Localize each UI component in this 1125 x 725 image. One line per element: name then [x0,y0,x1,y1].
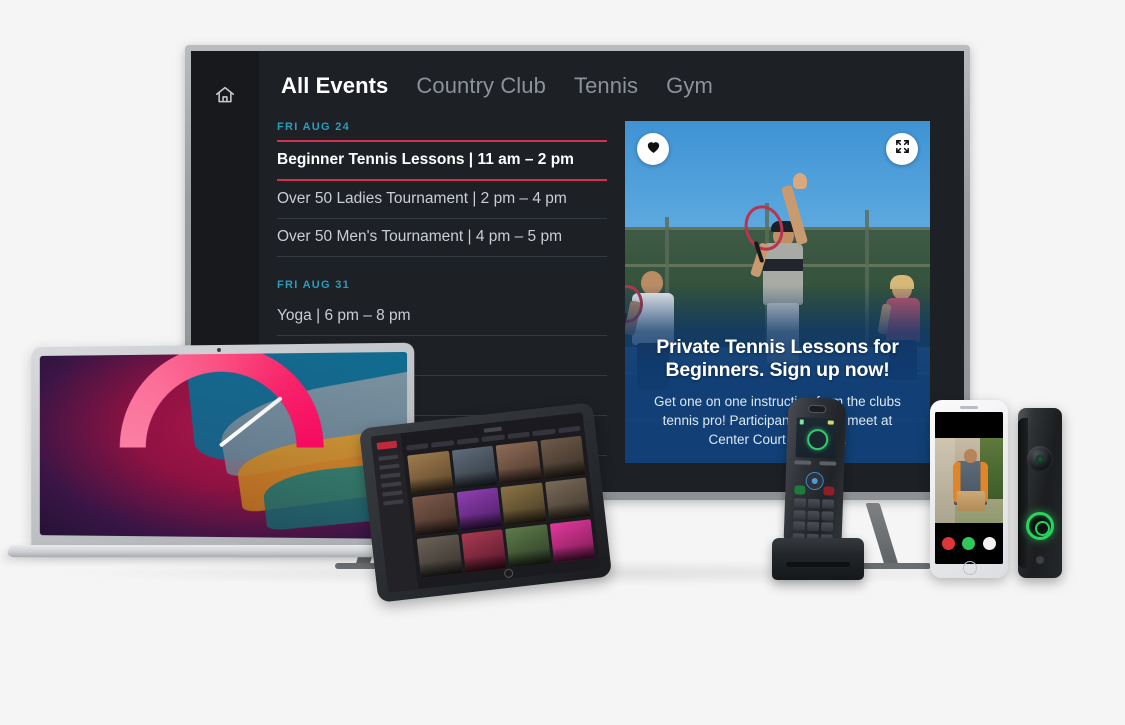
laptop [5,342,421,585]
tablet-media-grid [406,434,596,580]
laptop-base [5,544,421,558]
battery-icon [827,420,834,425]
tab-gym[interactable]: Gym [666,73,713,99]
event-time: 4 pm – 5 pm [475,228,562,245]
camera-lens-icon [1027,446,1053,472]
day-label: FRI AUG 24 [277,121,351,133]
microphone-icon [1036,556,1044,564]
event-title: Over 50 Men's Tournament [277,228,464,245]
heart-icon [645,138,662,160]
laptop-camera-icon [216,347,221,353]
speedometer-gauge-icon [119,351,324,539]
doorbell-video-feed [935,437,1003,523]
tab-tennis[interactable]: Tennis [574,73,638,99]
end-call-button[interactable] [823,486,835,496]
event-title: Yoga [277,307,312,324]
tablet [358,402,613,603]
talk-button[interactable] [794,485,806,495]
tablet-logo [376,440,398,450]
unlock-door-button[interactable] [983,536,997,550]
home-button-icon[interactable] [963,561,977,575]
laptop-lid [31,342,415,553]
smartphone [930,400,1008,578]
device-showcase-stage: All Events Country Club Tennis Gym FRI A… [0,0,1125,725]
day-group: FRI AUG 24 Beginner Tennis Lessons | 11 … [277,121,607,257]
video-doorbell [1010,408,1072,580]
smartphone-body [930,400,1008,578]
event-separator: | [316,307,321,324]
expand-icon [894,138,911,160]
tablet-main [401,412,601,589]
event-separator: | [472,190,477,207]
home-button[interactable] [191,75,259,119]
event-title: Beginner Tennis Lessons [277,151,465,168]
event-time: 11 am – 2 pm [477,151,574,168]
tv-leg-right [865,503,899,565]
day-label: FRI AUG 31 [277,279,351,291]
answer-call-button[interactable] [962,536,976,550]
keypad[interactable] [792,498,835,544]
soft-key-left[interactable] [794,460,812,465]
event-row[interactable]: Over 50 Ladies Tournament | 2 pm – 4 pm [277,181,607,219]
smartphone-screen [935,412,1003,564]
event-row[interactable]: Beginner Tennis Lessons | 11 am – 2 pm [277,140,607,181]
cordless-phone-display [795,417,837,459]
doorbell-press-button[interactable] [1026,512,1054,540]
laptop-screen [39,351,408,539]
tablet-body [358,402,613,603]
cordless-phone [772,397,864,580]
event-row[interactable]: Yoga | 6 pm – 8 pm [277,298,607,336]
doorbell-body [1018,408,1062,578]
call-controls [935,522,1003,564]
tv-foot-right [857,563,931,569]
event-separator: | [467,228,472,245]
event-separator: | [468,151,474,168]
green-ring-icon [806,428,829,451]
decline-call-button[interactable] [941,536,955,550]
cordless-handset [783,397,847,547]
navigation-pad[interactable] [805,471,824,491]
event-row[interactable]: Over 50 Men's Tournament | 4 pm – 5 pm [277,219,607,257]
favorite-button[interactable] [637,133,669,165]
earpiece-icon [808,404,827,414]
event-time: 6 pm – 8 pm [324,307,411,324]
home-icon [214,84,236,111]
tablet-screen [370,412,601,593]
expand-button[interactable] [886,133,918,165]
soft-key-right[interactable] [819,461,837,466]
speaker-icon [960,406,978,409]
event-time: 2 pm – 4 pm [480,190,567,207]
promo-title: Private Tennis Lessons for Beginners. Si… [656,335,899,381]
event-title: Over 50 Ladies Tournament [277,190,468,207]
tv-nav-tabs: All Events Country Club Tennis Gym [277,73,964,99]
tablet-home-icon[interactable] [503,567,514,578]
tab-all-events[interactable]: All Events [281,73,388,99]
charging-dock [772,538,864,580]
tab-country-club[interactable]: Country Club [416,73,546,99]
